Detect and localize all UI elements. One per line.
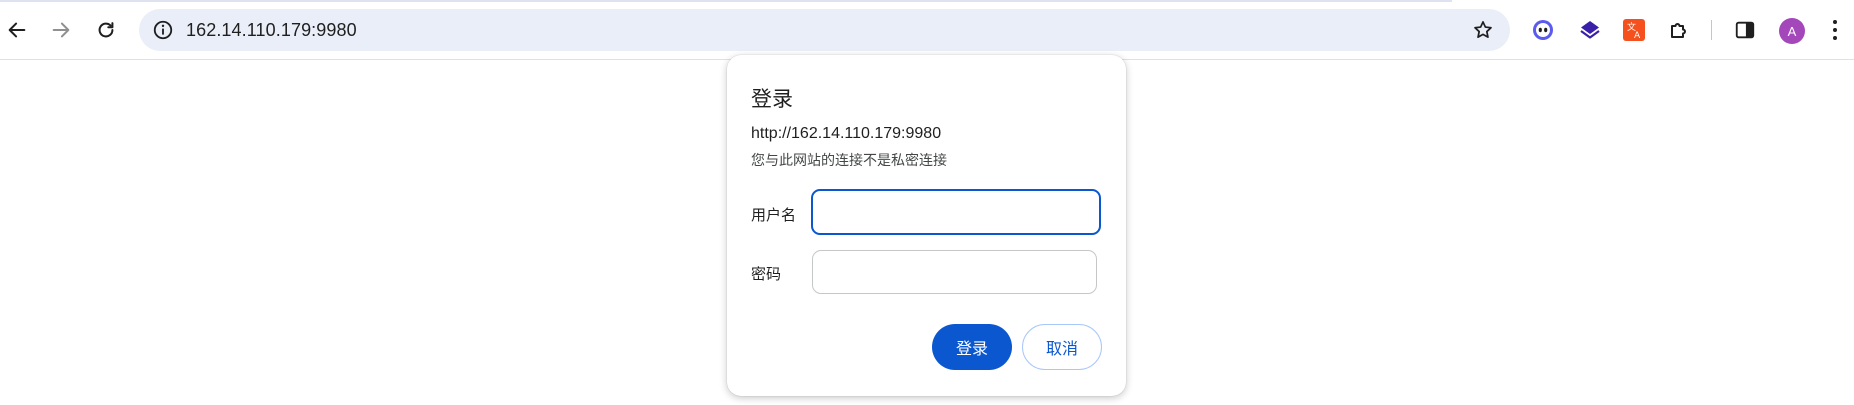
forward-button[interactable]: [44, 13, 78, 47]
address-bar[interactable]: 162.14.110.179:9980: [139, 9, 1510, 51]
tab-strip-edge: [0, 0, 1452, 2]
face-extension-icon[interactable]: [1529, 16, 1557, 44]
back-button[interactable]: [0, 13, 34, 47]
star-icon[interactable]: [1470, 17, 1496, 43]
arrow-right-icon: [52, 22, 70, 38]
password-input[interactable]: [812, 250, 1097, 294]
info-icon[interactable]: [151, 18, 175, 42]
translate-extension-icon[interactable]: 文 A: [1620, 16, 1648, 44]
username-input[interactable]: [811, 189, 1101, 235]
username-label: 用户名: [751, 206, 797, 224]
arrow-left-icon: [8, 22, 26, 38]
stack-extension-icon[interactable]: [1576, 16, 1604, 44]
cancel-button[interactable]: 取消: [1022, 324, 1102, 370]
reload-button[interactable]: [89, 13, 123, 47]
sign-in-button[interactable]: 登录: [932, 324, 1012, 370]
dialog-title: 登录: [751, 87, 793, 111]
profile-avatar[interactable]: A: [1779, 18, 1805, 44]
svg-text:A: A: [1634, 31, 1641, 41]
puzzle-extensions-icon[interactable]: [1665, 16, 1693, 44]
more-vertical-icon[interactable]: [1826, 16, 1844, 44]
dialog-origin: http://162.14.110.179:9980: [751, 125, 942, 142]
url-text[interactable]: 162.14.110.179:9980: [186, 20, 357, 41]
password-label: 密码: [751, 265, 782, 283]
browser-toolbar: 162.14.110.179:9980 文 A A: [0, 0, 1854, 60]
toolbar-divider: [1711, 20, 1712, 40]
auth-dialog: 登录 http://162.14.110.179:9980 您与此网站的连接不是…: [727, 55, 1126, 396]
reload-icon: [98, 22, 114, 38]
side-panel-icon[interactable]: [1731, 16, 1759, 44]
connection-warning: 您与此网站的连接不是私密连接: [751, 153, 947, 169]
